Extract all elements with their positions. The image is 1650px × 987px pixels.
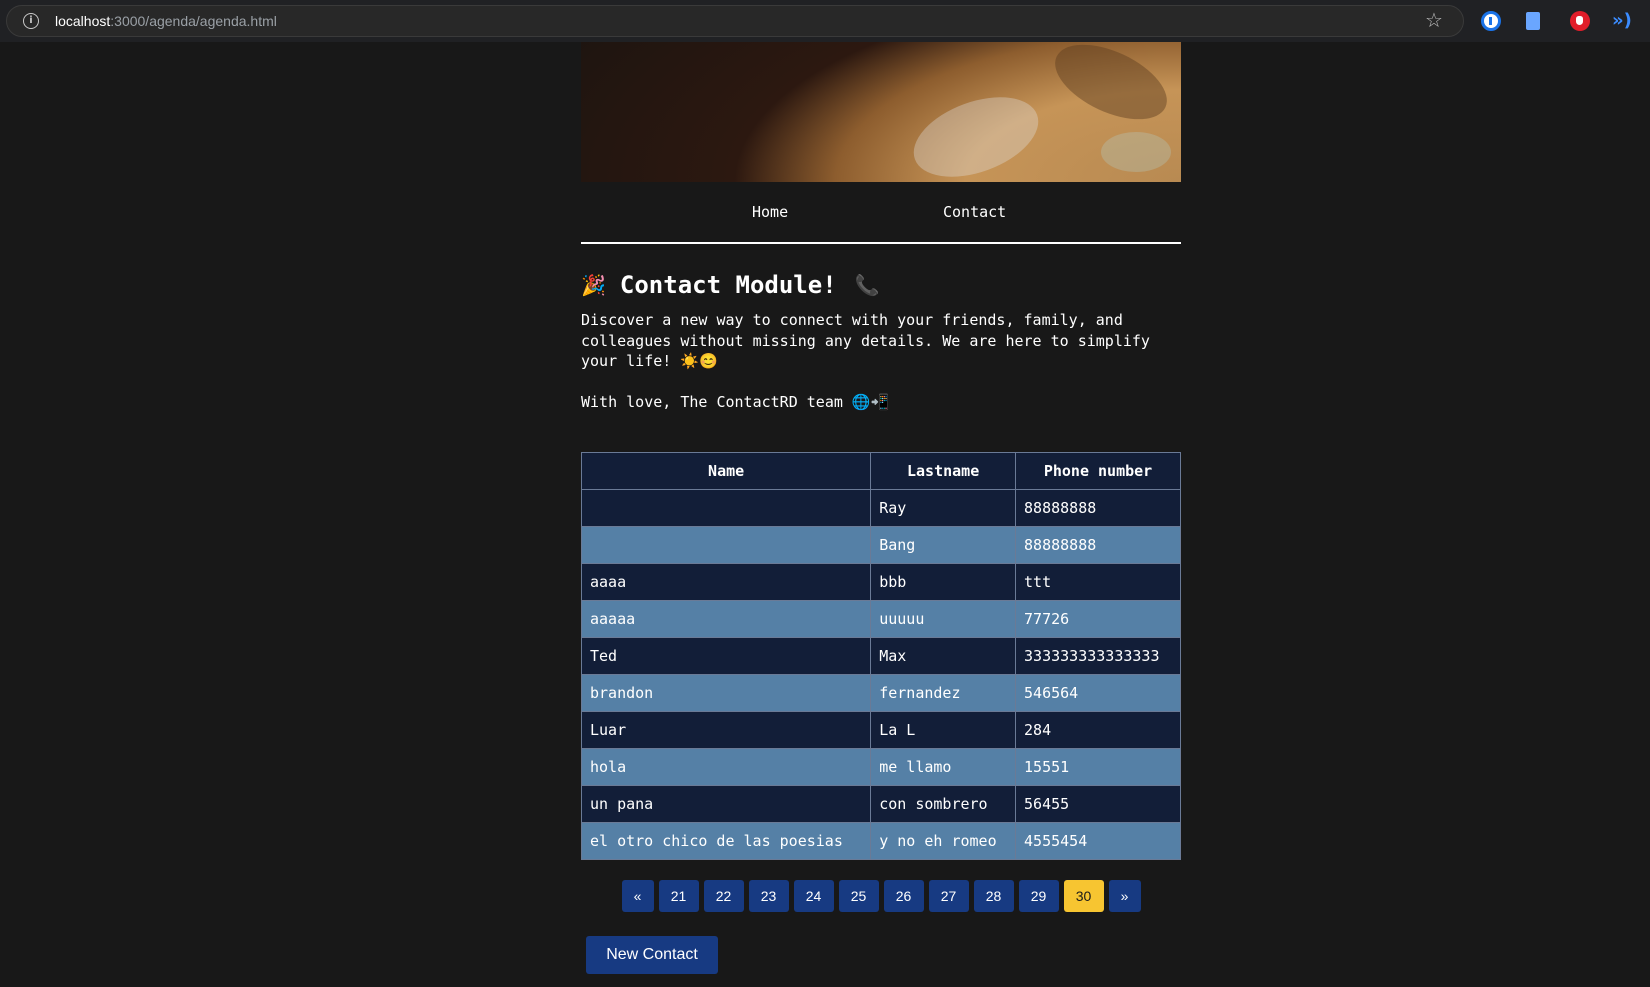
cell-phone: 56455 [1015,784,1181,823]
pagination-page-button[interactable]: 22 [703,879,744,912]
cell-name: Luar [580,710,872,749]
cell-name: aaaa [580,562,872,601]
cell-lastname: bbb [870,562,1017,601]
pagination-page-button[interactable]: 24 [793,879,834,912]
telephone-icon: 📞 [854,273,880,297]
site-info-icon[interactable]: i [23,13,39,29]
cell-name: Ted [580,636,872,675]
table-header-row: Name Lastname Phone number [580,451,1181,490]
cell-name: brandon [580,673,872,712]
table-row: Ted Max 333333333333333 [580,636,1181,675]
cell-lastname: Ray [870,488,1017,527]
cell-lastname: La L [870,710,1017,749]
nav-home-link[interactable]: Home [752,203,788,221]
cell-phone: 88888888 [1015,525,1181,564]
bookmark-star-icon[interactable]: ☆ [1425,10,1443,30]
table-row: Bang 88888888 [580,525,1181,564]
party-popper-icon: 🎉 [581,273,606,297]
cell-lastname: uuuuu [870,599,1017,638]
cell-name [580,525,872,564]
page-title: 🎉 Contact Module! 📞 [581,270,1181,300]
column-header-phone: Phone number [1015,451,1181,490]
cell-phone: 284 [1015,710,1181,749]
pagination: «21 22 23 24 25 26 27 28 29 30» [581,879,1181,912]
password-manager-extension-icon[interactable] [1481,11,1501,31]
table-row: un pana con sombrero 56455 [580,784,1181,823]
intro-paragraph: Discover a new way to connect with your … [581,311,1150,370]
cell-lastname: y no eh romeo [870,821,1017,860]
cell-phone: 15551 [1015,747,1181,786]
pagination-page-button[interactable]: 30 [1063,879,1104,912]
adblock-extension-icon[interactable] [1570,11,1590,31]
hero-globe-land [902,81,1050,182]
table-row: aaaa bbb ttt [580,562,1181,601]
pagination-page-button[interactable]: 29 [1018,879,1059,912]
hero-globe-image [581,42,1181,182]
pagination-prev-button[interactable]: « [621,879,654,912]
pagination-page-button[interactable]: 21 [658,879,699,912]
document-extension-icon[interactable] [1526,12,1540,30]
cell-phone: 4555454 [1015,821,1181,860]
column-header-name: Name [580,451,872,490]
cell-phone: 333333333333333 [1015,636,1181,675]
pagination-page-button[interactable]: 25 [838,879,879,912]
cell-name: aaaaa [580,599,872,638]
address-bar[interactable]: i localhost:3000/agenda/agenda.html ☆ [6,5,1464,37]
hero-globe-land [1043,42,1179,135]
pagination-next-button[interactable]: » [1108,879,1141,912]
cell-lastname: con sombrero [870,784,1017,823]
main-nav: Home Contact [581,182,1181,244]
cell-phone: 77726 [1015,599,1181,638]
hero-globe-land [1101,132,1171,172]
url-text[interactable]: localhost:3000/agenda/agenda.html [55,13,277,29]
cell-name [580,488,872,527]
pagination-page-button[interactable]: 26 [883,879,924,912]
cell-lastname: fernandez [870,673,1017,712]
cell-lastname: Max [870,636,1017,675]
table-row: el otro chico de las poesias y no eh rome… [580,821,1181,860]
table-row: hola me llamo 15551 [580,747,1181,786]
pagination-page-button[interactable]: 27 [928,879,969,912]
url-path: :3000/agenda/agenda.html [110,13,277,29]
table-row: Luar La L 284 [580,710,1181,749]
pagination-page-button[interactable]: 23 [748,879,789,912]
contacts-table: Name Lastname Phone number Ray 88888888 Ba… [580,451,1181,860]
table-row: brandon fernandez 546564 [580,673,1181,712]
cell-name: el otro chico de las poesias [580,821,872,860]
read-aloud-extension-icon[interactable]: ») [1612,11,1634,31]
cell-lastname: me llamo [870,747,1017,786]
url-host: localhost [55,13,111,29]
cell-lastname: Bang [870,525,1017,564]
table-row: aaaaa uuuuu 77726 [580,599,1181,638]
signoff-text: With love, The ContactRD team 🌐📲 [581,392,890,411]
cell-name: hola [580,747,872,786]
table-row: Ray 88888888 [580,488,1181,527]
nav-contact-link[interactable]: Contact [943,203,1006,221]
new-contact-button[interactable]: New Contact [586,935,718,974]
cell-phone: ttt [1015,562,1181,601]
cell-name: un pana [580,784,872,823]
browser-toolbar: i localhost:3000/agenda/agenda.html ☆ ») [0,0,1650,42]
column-header-lastname: Lastname [870,451,1017,490]
pagination-page-button[interactable]: 28 [973,879,1014,912]
page-content: Home Contact 🎉 Contact Module! 📞 Discove… [580,42,1181,974]
cell-phone: 88888888 [1015,488,1181,527]
page-title-text: Contact Module! [619,271,837,299]
cell-phone: 546564 [1015,673,1181,712]
